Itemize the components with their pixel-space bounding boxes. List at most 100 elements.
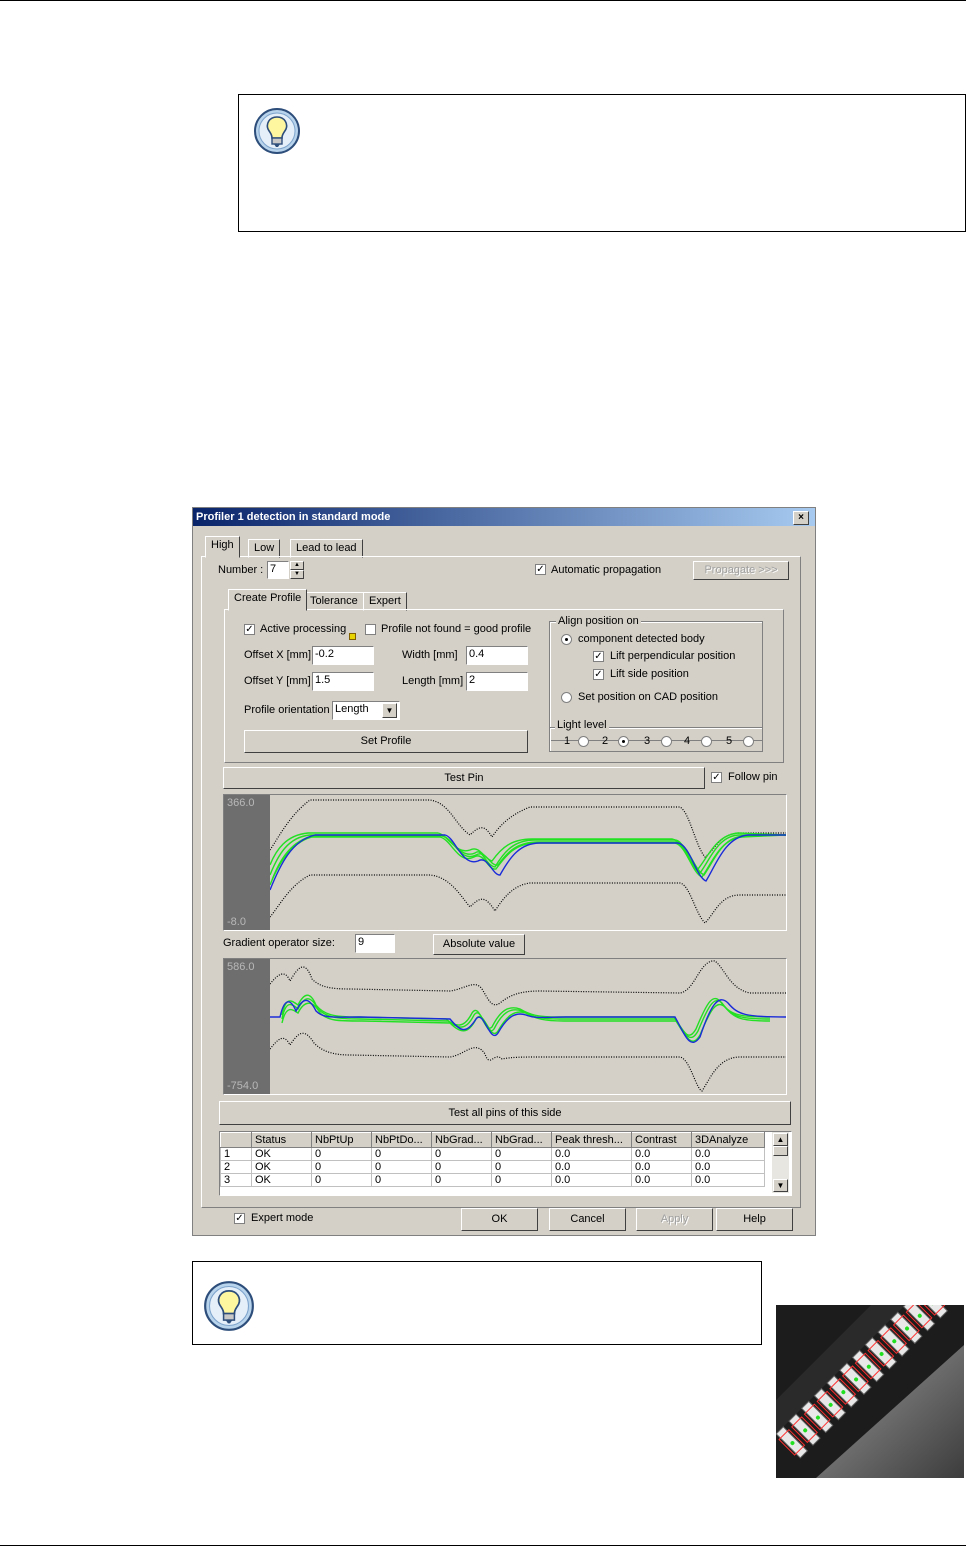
follow-pin-checkbox[interactable]: ✓	[711, 772, 722, 783]
table-header[interactable]: NbPtDo...	[371, 1132, 432, 1148]
table-cell: 0	[431, 1160, 492, 1174]
propagate-button[interactable]: Propagate >>>	[693, 561, 789, 580]
table-cell: OK	[251, 1173, 312, 1187]
gradient-input[interactable]: 9	[355, 934, 395, 953]
table-cell: 0	[491, 1160, 552, 1174]
light-level-3-label: 3	[644, 735, 651, 747]
test-pin-button[interactable]: Test Pin	[223, 767, 705, 789]
width-input[interactable]: 0.4	[466, 646, 528, 665]
table-scrollbar[interactable]: ▲ ▼	[772, 1132, 789, 1193]
table-row[interactable]: 3 OK 0 0 0 0 0.0 0.0 0.0	[220, 1173, 765, 1187]
table-cell: 0.0	[631, 1147, 692, 1161]
gradient-upper-tolerance-curve	[270, 960, 786, 1006]
table-header[interactable]: NbPtUp	[311, 1132, 372, 1148]
table-header[interactable]: NbGrad...	[491, 1132, 552, 1148]
light-level-4-label: 4	[684, 735, 691, 747]
gradient-plot-scale-bar	[224, 959, 270, 1094]
follow-pin-label: Follow pin	[728, 771, 778, 783]
orientation-label: Profile orientation	[244, 704, 330, 716]
light-level-3-radio[interactable]	[661, 736, 672, 747]
table-header[interactable]: Peak thresh...	[551, 1132, 632, 1148]
profile-plot-min-label: -8.0	[227, 916, 246, 928]
light-group-label: Light level	[555, 719, 609, 731]
lift-perpendicular-label: Lift perpendicular position	[610, 650, 736, 662]
spin-down-icon[interactable]: ▼	[290, 570, 304, 579]
scroll-up-icon[interactable]: ▲	[773, 1133, 788, 1146]
light-level-5-label: 5	[726, 735, 733, 747]
table-cell: 0.0	[631, 1173, 692, 1187]
offset-x-input[interactable]: -0.2	[312, 646, 374, 665]
table-cell: 0	[311, 1147, 372, 1161]
table-cell: 0	[371, 1160, 432, 1174]
top-rule	[0, 0, 966, 1]
scroll-down-icon[interactable]: ▼	[773, 1179, 788, 1192]
title-bar: Profiler 1 detection in standard mode ×	[193, 508, 815, 526]
spin-up-icon[interactable]: ▲	[290, 561, 304, 570]
orientation-select[interactable]: Length ▼	[332, 701, 400, 720]
table-header[interactable]: Contrast	[631, 1132, 692, 1148]
tip-box-top	[238, 94, 966, 232]
scroll-thumb[interactable]	[773, 1146, 788, 1156]
profile-plot-max-label: 366.0	[227, 797, 255, 809]
ok-button[interactable]: OK	[461, 1208, 538, 1231]
lift-perpendicular-checkbox[interactable]: ✓	[593, 651, 604, 662]
gradient-sample-curve-1	[281, 998, 771, 1039]
light-level-2-label: 2	[602, 735, 609, 747]
results-table: Status NbPtUp NbPtDo... NbGrad... NbGrad…	[220, 1132, 765, 1187]
table-cell: OK	[251, 1160, 312, 1174]
close-icon[interactable]: ×	[793, 511, 809, 525]
auto-propagation-checkbox[interactable]: ✓	[535, 564, 546, 575]
light-level-2-radio[interactable]	[618, 736, 629, 747]
lightbulb-icon	[254, 108, 300, 154]
subtab-create-profile[interactable]: Create Profile	[228, 589, 308, 611]
gradient-sample-curve-2	[281, 1002, 771, 1042]
table-cell: 0.0	[551, 1147, 632, 1161]
active-processing-checkbox[interactable]: ✓	[244, 624, 255, 635]
profile-plot-curves	[270, 799, 786, 924]
apply-button[interactable]: Apply	[636, 1208, 713, 1231]
tab-high[interactable]: High	[205, 536, 240, 558]
number-input[interactable]: 7	[267, 561, 289, 579]
results-table-frame: Status NbPtUp NbPtDo... NbGrad... NbGrad…	[219, 1131, 792, 1196]
table-row[interactable]: 2 OK 0 0 0 0 0.0 0.0 0.0	[220, 1160, 765, 1174]
table-cell: 2	[220, 1160, 252, 1174]
table-header[interactable]: 3DAnalyze	[691, 1132, 765, 1148]
set-profile-button[interactable]: Set Profile	[244, 730, 528, 753]
offset-y-input[interactable]: 1.5	[312, 672, 374, 691]
dropdown-arrow-icon[interactable]: ▼	[382, 703, 397, 718]
light-level-1-label: 1	[564, 735, 571, 747]
gradient-plot-min-label: -754.0	[227, 1080, 259, 1092]
table-cell: 0.0	[691, 1160, 765, 1174]
table-cell: 0	[491, 1173, 552, 1187]
bottom-rule	[0, 1545, 966, 1546]
length-label: Length [mm]	[402, 675, 464, 687]
light-level-1-radio[interactable]	[578, 736, 589, 747]
table-header[interactable]	[220, 1132, 252, 1148]
table-header[interactable]: Status	[251, 1132, 312, 1148]
table-cell: 0	[491, 1147, 552, 1161]
profile-plot-scale-bar	[224, 795, 270, 930]
profile-not-found-checkbox[interactable]	[365, 624, 376, 635]
tip-box-bottom	[192, 1261, 762, 1345]
set-cad-radio[interactable]	[561, 692, 572, 703]
absolute-value-button[interactable]: Absolute value	[433, 934, 525, 955]
length-input[interactable]: 2	[466, 672, 528, 691]
expert-mode-label: Expert mode	[251, 1212, 314, 1224]
help-button[interactable]: Help	[716, 1208, 793, 1231]
table-cell: 0	[311, 1160, 372, 1174]
light-level-5-radio[interactable]	[743, 736, 754, 747]
test-all-pins-button[interactable]: Test all pins of this side	[219, 1101, 791, 1125]
profile-lower-tolerance-curve	[270, 874, 786, 924]
lift-side-checkbox[interactable]: ✓	[593, 669, 604, 680]
table-row[interactable]: 1 OK 0 0 0 0 0.0 0.0 0.0	[220, 1147, 765, 1161]
align-body-radio[interactable]	[561, 634, 572, 645]
table-cell: 0	[431, 1147, 492, 1161]
table-header[interactable]: NbGrad...	[431, 1132, 492, 1148]
expert-mode-checkbox[interactable]: ✓	[234, 1213, 245, 1224]
cancel-button[interactable]: Cancel	[549, 1208, 626, 1231]
light-level-4-radio[interactable]	[701, 736, 712, 747]
active-processing-label: Active processing	[260, 623, 347, 635]
gradient-plot: 586.0 -754.0	[223, 958, 787, 1095]
table-cell: 0	[371, 1173, 432, 1187]
table-header-row: Status NbPtUp NbPtDo... NbGrad... NbGrad…	[220, 1132, 765, 1148]
